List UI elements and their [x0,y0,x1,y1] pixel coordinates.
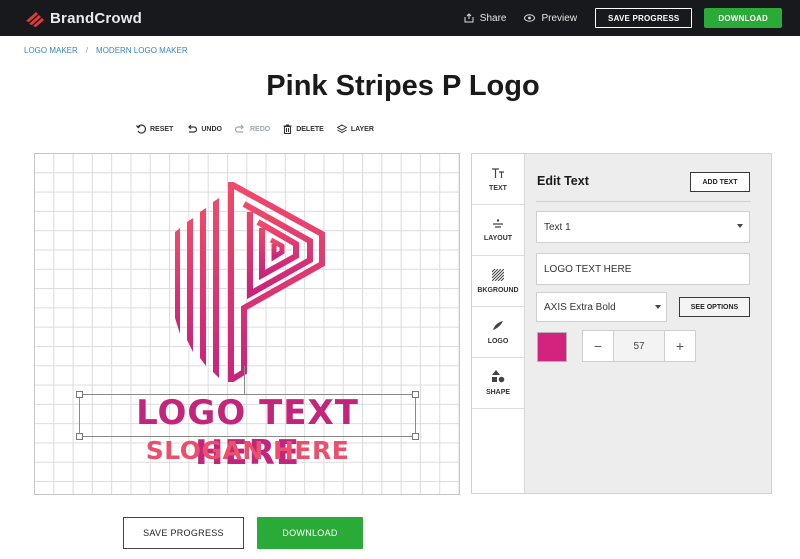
breadcrumb-separator: / [85,46,89,55]
save-progress-button[interactable]: SAVE PROGRESS [123,517,244,549]
editor-toolbar: RESET UNDO REDO DELETE LAYER [136,124,387,134]
font-size-stepper: − 57 + [582,330,696,362]
share-label: Share [479,12,507,24]
see-options-button[interactable]: SEE OPTIONS [679,297,750,317]
brand-logo[interactable]: BrandCrowd [24,8,142,28]
breadcrumb-logo-maker[interactable]: LOGO MAKER [24,46,78,55]
font-select-value: AXIS Extra Bold [544,301,616,313]
redo-label: REDO [249,125,271,133]
breadcrumb-modern-logo-maker[interactable]: MODERN LOGO MAKER [96,46,188,55]
logo-icon [493,320,503,330]
delete-label: DELETE [296,125,324,133]
font-size-value[interactable]: 57 [613,331,665,361]
undo-button[interactable]: UNDO [186,124,222,134]
reset-icon [136,124,146,134]
brand-name: BrandCrowd [50,9,142,27]
top-navbar: BrandCrowd Share Preview SAVE PROGRESS D… [0,0,800,36]
selection-box[interactable] [79,394,416,437]
share-icon [464,13,474,23]
panel-divider [536,201,751,202]
reset-button[interactable]: RESET [136,124,173,134]
add-text-button[interactable]: ADD TEXT [690,172,750,192]
panel-title: Edit Text [537,174,589,188]
tab-text[interactable]: TEXT [472,154,524,205]
edit-panel: TEXT LAYOUT BKGROUND LOGO SHAPE Edit Tex… [471,153,772,494]
breadcrumb: LOGO MAKER / MODERN LOGO MAKER [24,46,188,55]
text-icon [492,167,504,178]
text-color-swatch[interactable] [537,332,567,362]
shape-icon [492,370,505,383]
undo-icon [188,124,198,133]
layout-icon [493,218,503,228]
font-select[interactable]: AXIS Extra Bold [536,292,667,322]
resize-handle-top-left[interactable] [76,391,83,398]
tab-background[interactable]: BKGROUND [472,256,524,307]
layer-button[interactable]: LAYER [336,124,374,134]
tab-logo[interactable]: LOGO [472,307,524,358]
text-layer-value: Text 1 [544,221,571,233]
tab-text-label: TEXT [489,184,507,192]
rotate-handle-line [244,366,245,394]
header-save-progress-button[interactable]: SAVE PROGRESS [595,8,693,28]
trash-icon [283,124,292,134]
header-download-button[interactable]: DOWNLOAD [704,8,782,28]
brandcrowd-mark-icon [26,12,44,27]
text-layer-select[interactable]: Text 1 [536,211,750,243]
tab-shape-label: SHAPE [485,389,511,396]
background-icon [492,268,504,281]
slogan-text[interactable]: SLOGAN HERE [79,436,416,465]
resize-handle-top-right[interactable] [412,391,419,398]
page-title: Pink Stripes P Logo [266,70,540,102]
tab-logo-label: LOGO [487,337,509,345]
edit-text-panel: Edit Text ADD TEXT Text 1 LOGO TEXT HERE… [525,154,771,493]
preview-label: Preview [541,12,578,24]
text-content-value: LOGO TEXT HERE [544,263,632,275]
tab-layout[interactable]: LAYOUT [472,205,524,256]
decrease-size-button[interactable]: − [583,331,613,361]
layers-icon [336,124,347,134]
redo-icon [234,124,244,133]
panel-tabs: TEXT LAYOUT BKGROUND LOGO SHAPE [472,154,525,493]
tab-layout-label: LAYOUT [483,234,513,242]
preview-link[interactable]: Preview [524,13,577,24]
tab-background-label: BKGROUND [477,286,519,294]
delete-button[interactable]: DELETE [283,124,324,134]
design-canvas[interactable]: LOGO TEXT HERE SLOGAN HERE [34,153,460,495]
eye-icon [524,14,536,22]
layer-label: LAYER [350,125,374,133]
chevron-down-icon [655,305,661,309]
download-button[interactable]: DOWNLOAD [257,517,363,549]
reset-label: RESET [150,125,174,133]
tab-shape[interactable]: SHAPE [472,358,524,409]
share-link[interactable]: Share [464,12,507,24]
increase-size-button[interactable]: + [665,331,695,361]
p-stripes-logo[interactable] [170,182,330,382]
text-content-input[interactable]: LOGO TEXT HERE [536,253,750,285]
chevron-down-icon [737,224,743,228]
redo-button[interactable]: REDO [234,124,271,134]
undo-label: UNDO [201,125,222,133]
